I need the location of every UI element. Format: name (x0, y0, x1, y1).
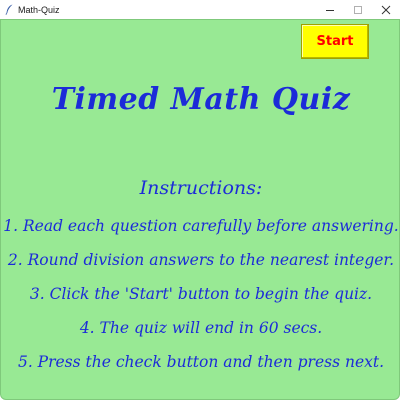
instruction-item: 4. The quiz will end in 60 secs. (79, 319, 323, 337)
close-icon (381, 5, 391, 14)
quiz-panel: Start Timed Math Quiz Instructions: 1. R… (0, 19, 400, 400)
title-bar[interactable]: Math-Quiz (0, 0, 400, 19)
instruction-item: 2. Round division answers to the nearest… (7, 251, 395, 269)
minimize-button[interactable] (316, 0, 344, 19)
instruction-item: 3. Click the 'Start' button to begin the… (29, 285, 373, 303)
feather-icon (5, 4, 14, 15)
instructions-heading: Instructions: (139, 177, 263, 199)
window-title: Math-Quiz (18, 4, 60, 15)
maximize-icon (354, 5, 362, 14)
close-button[interactable] (372, 0, 400, 19)
page-title: Timed Math Quiz (51, 82, 351, 117)
app-window: Math-Quiz Start Timed Math Quiz Instruct… (0, 0, 400, 400)
instructions-list: 1. Read each question carefully before a… (1, 209, 400, 379)
start-button-label: Start (316, 34, 354, 49)
instruction-item: 5. Press the check button and then press… (17, 353, 385, 371)
window-controls (316, 0, 400, 19)
minimize-icon (326, 9, 334, 11)
start-button[interactable]: Start (301, 24, 369, 59)
maximize-button[interactable] (344, 0, 372, 19)
instruction-item: 1. Read each question carefully before a… (3, 217, 399, 235)
